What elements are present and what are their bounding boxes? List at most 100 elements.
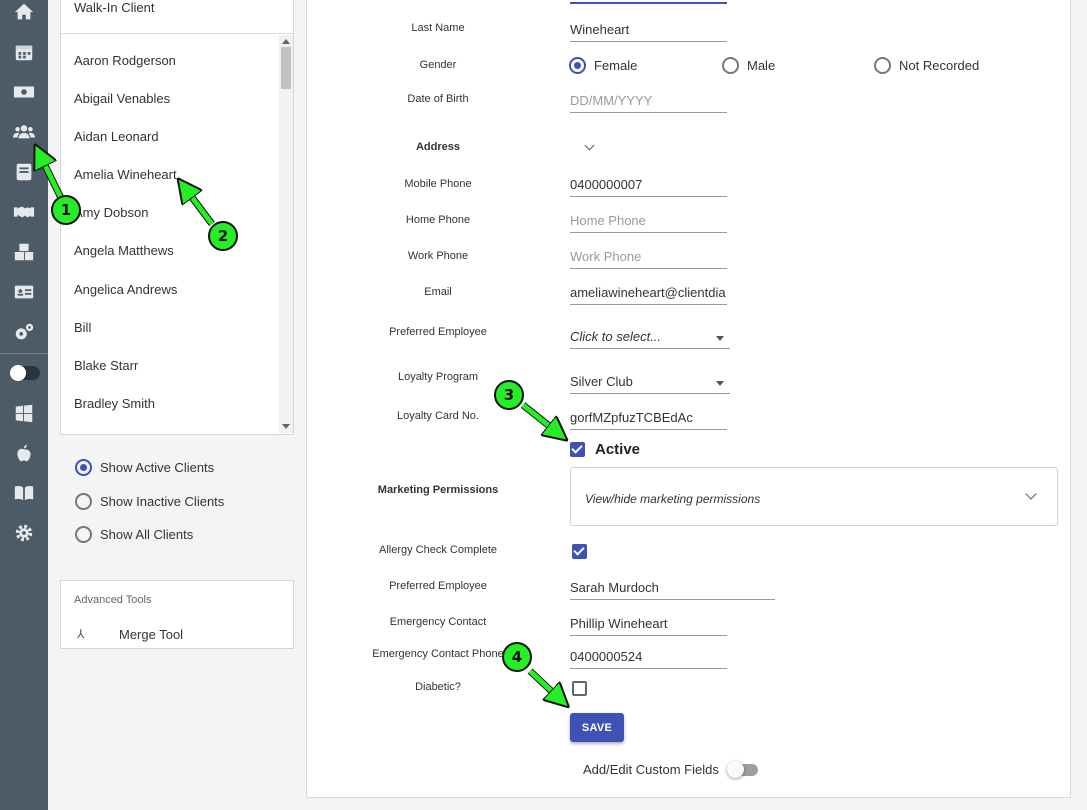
preferred-employee-2-field[interactable]: Sarah Murdoch (570, 576, 775, 600)
home-phone-label: Home Phone (405, 214, 471, 226)
clients-icon[interactable] (0, 117, 48, 147)
preferred-employee-label: Preferred Employee (389, 326, 487, 338)
filter-label: Show All Clients (100, 527, 194, 542)
client-form (306, 0, 1071, 798)
gender-female[interactable]: Female (569, 57, 637, 74)
gender-not-recorded[interactable]: Not Recorded (874, 57, 979, 74)
client-item[interactable]: Angelica Andrews (74, 282, 177, 297)
filter-label: Show Inactive Clients (100, 494, 225, 509)
gear-icon[interactable] (0, 518, 48, 548)
step-badge-4: 4 (502, 642, 532, 672)
id-card-icon[interactable] (0, 277, 48, 307)
merge-icon: ⅄ (77, 627, 85, 641)
windows-icon[interactable] (0, 398, 48, 428)
work-phone-label: Work Phone (407, 250, 469, 262)
handshake-icon[interactable] (0, 197, 48, 227)
settings-icon[interactable] (0, 317, 48, 347)
walk-in-client[interactable]: Walk-In Client (74, 0, 154, 21)
active-checkbox[interactable] (570, 442, 585, 457)
address-label: Address (415, 141, 461, 153)
caret-down-icon (716, 381, 724, 386)
radio-unselected[interactable] (722, 57, 739, 74)
preferred-employee-select[interactable]: Click to select... (570, 325, 730, 349)
filter-inactive-clients[interactable]: Show Inactive Clients (75, 493, 224, 510)
caret-down-icon (716, 336, 724, 341)
apple-icon[interactable] (0, 438, 48, 468)
last-name-label: Last Name (411, 22, 465, 34)
client-item[interactable]: Abigail Venables (74, 91, 170, 106)
client-item-selected[interactable]: Amelia Wineheart (74, 167, 177, 182)
gender-male[interactable]: Male (722, 57, 775, 74)
rail-divider (0, 353, 48, 354)
loyalty-card-field[interactable]: gorfMZpfuzTCBEdAc (570, 406, 727, 430)
email-field[interactable]: ameliawineheart@clientdia (570, 281, 727, 305)
emergency-contact-field[interactable]: Phillip Wineheart (570, 612, 727, 636)
work-phone-field[interactable]: Work Phone (570, 245, 727, 269)
gender-option-label: Not Recorded (899, 58, 980, 73)
active-label: Active (595, 441, 641, 458)
marketing-permissions-label: Marketing Permissions (377, 484, 499, 496)
client-item[interactable]: Angela Matthews (74, 243, 174, 258)
mobile-label: Mobile Phone (404, 178, 472, 190)
client-item[interactable]: Blake Starr (74, 358, 138, 373)
select-value: Silver Club (570, 374, 633, 389)
gender-option-label: Male (747, 58, 776, 73)
step-badge-2: 2 (208, 221, 238, 251)
emergency-phone-field[interactable]: 0400000524 (570, 645, 727, 669)
client-item[interactable]: Bill (74, 320, 91, 335)
radio-selected[interactable] (75, 459, 92, 476)
last-name-field[interactable]: Wineheart (570, 18, 727, 42)
filter-all-clients[interactable]: Show All Clients (75, 526, 193, 543)
mobile-phone-field[interactable]: 0400000007 (570, 173, 727, 197)
scroll-up-icon[interactable] (282, 39, 290, 44)
advanced-tools-panel: Advanced Tools ⅄ Merge Tool (60, 580, 294, 649)
icon-rail (0, 0, 48, 810)
preferred-employee-2-label: Preferred Employee (389, 580, 487, 592)
radio-unselected[interactable] (75, 493, 92, 510)
merge-tool-link[interactable]: Merge Tool (119, 627, 183, 642)
loyalty-card-label: Loyalty Card No. (397, 410, 479, 422)
radio-unselected[interactable] (75, 526, 92, 543)
email-label: Email (424, 286, 452, 298)
advanced-tools-title: Advanced Tools (74, 594, 152, 606)
list-divider (61, 33, 293, 34)
radio-unselected[interactable] (874, 57, 891, 74)
step-badge-1: 1 (51, 195, 81, 225)
gender-label: Gender (419, 59, 457, 71)
client-item[interactable]: Amy Dobson (74, 205, 148, 220)
loyalty-program-label: Loyalty Program (397, 371, 479, 383)
home-phone-field[interactable]: Home Phone (570, 209, 727, 233)
manual-icon[interactable] (0, 478, 48, 508)
marketing-toggle-text: View/hide marketing permissions (585, 492, 761, 506)
toggle-switch[interactable] (10, 365, 40, 381)
emergency-phone-label: Emergency Contact Phone (372, 648, 504, 660)
cash-icon[interactable] (0, 77, 48, 107)
focused-field-underline (570, 2, 727, 4)
custom-fields-label: Add/Edit Custom Fields (583, 762, 719, 777)
loyalty-program-select[interactable]: Silver Club (570, 370, 730, 394)
filter-active-clients[interactable]: Show Active Clients (75, 459, 214, 476)
client-item[interactable]: Bradley Smith (74, 396, 155, 411)
diabetic-checkbox[interactable] (572, 681, 587, 696)
custom-fields-switch-knob[interactable] (727, 761, 744, 778)
dob-field[interactable]: DD/MM/YYYY (570, 89, 727, 113)
scroll-down-icon[interactable] (282, 424, 290, 429)
select-value: Click to select... (570, 329, 662, 344)
save-button[interactable]: SAVE (570, 713, 624, 742)
home-icon[interactable] (0, 0, 48, 27)
book-icon[interactable] (0, 157, 48, 187)
allergy-check-label: Allergy Check Complete (379, 544, 497, 556)
diabetic-label: Diabetic? (415, 681, 461, 693)
scrollbar[interactable] (279, 35, 293, 433)
boxes-icon[interactable] (0, 237, 48, 267)
client-item[interactable]: Aaron Rodgerson (74, 53, 176, 68)
allergy-check-checkbox[interactable] (572, 544, 587, 559)
radio-selected[interactable] (569, 57, 586, 74)
emergency-contact-label: Emergency Contact (389, 616, 487, 628)
marketing-permissions-toggle[interactable]: View/hide marketing permissions (570, 467, 1058, 526)
step-badge-3: 3 (494, 380, 524, 410)
scrollbar-thumb[interactable] (281, 47, 291, 89)
calendar-icon[interactable] (0, 37, 48, 67)
client-item[interactable]: Aidan Leonard (74, 129, 159, 144)
gender-option-label: Female (594, 58, 638, 73)
